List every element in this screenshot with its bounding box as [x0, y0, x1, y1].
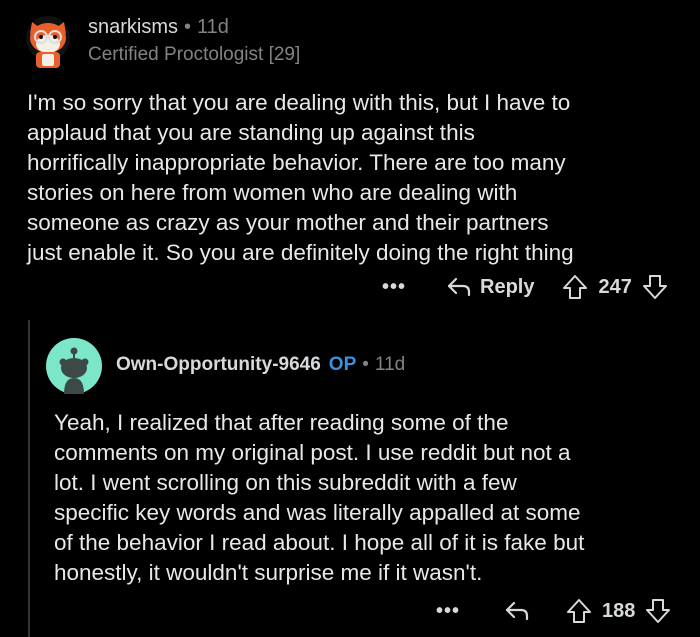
- comment-body: I'm so sorry that you are dealing with t…: [27, 88, 687, 268]
- vote-controls: 188: [566, 598, 671, 624]
- reply-actions: ••• 188: [436, 596, 671, 626]
- username[interactable]: Own-Opportunity-9646: [116, 354, 321, 375]
- vote-controls: 247: [562, 274, 667, 300]
- avatar[interactable]: [46, 338, 102, 394]
- op-badge: OP: [328, 354, 357, 375]
- upvote-icon[interactable]: [562, 274, 588, 300]
- timestamp: 11d: [197, 16, 229, 38]
- reply-arrow-icon: [505, 601, 529, 621]
- reply-body: Yeah, I realized that after reading some…: [54, 408, 690, 588]
- vote-score: 188: [602, 599, 636, 622]
- downvote-icon[interactable]: [642, 274, 668, 300]
- username[interactable]: snarkisms: [88, 16, 178, 38]
- reply-line: lot. I went scrolling on this subreddit …: [54, 470, 517, 495]
- reply-arrow-icon: [447, 277, 471, 297]
- comment-line: stories on here from women who are deali…: [27, 180, 518, 205]
- reply-header: Own-Opportunity-9646 OP • 11d: [116, 354, 405, 376]
- thread-line[interactable]: [28, 320, 30, 637]
- reply-line: of the behavior I read about. I hope all…: [54, 530, 585, 555]
- snoo-avatar-icon: [46, 338, 102, 394]
- more-options-button[interactable]: •••: [436, 600, 460, 623]
- vote-score: 247: [598, 275, 632, 298]
- separator: •: [184, 16, 192, 38]
- timestamp: 11d: [374, 354, 406, 375]
- reply-line: Yeah, I realized that after reading some…: [54, 410, 509, 435]
- avatar[interactable]: [22, 14, 74, 70]
- downvote-icon[interactable]: [645, 598, 671, 624]
- red-panda-avatar-icon: [26, 16, 70, 68]
- comment-actions: ••• Reply 247: [382, 272, 668, 302]
- comment-header: snarkisms • 11d: [88, 16, 229, 39]
- reply-line: honestly, it wouldn't surprise me if it …: [54, 560, 483, 585]
- comment-line: applaud that you are standing up against…: [27, 120, 475, 145]
- upvote-icon[interactable]: [566, 598, 592, 624]
- comment-line: horrifically inappropriate behavior. The…: [27, 150, 566, 175]
- more-options-button[interactable]: •••: [382, 276, 406, 299]
- reply-line: comments on my original post. I use redd…: [54, 440, 571, 465]
- comment-line: someone as crazy as your mother and thei…: [27, 210, 549, 235]
- reply-line: specific key words and was literally app…: [54, 500, 581, 525]
- reply-label: Reply: [480, 275, 535, 298]
- separator: •: [362, 354, 369, 375]
- user-flair: Certified Proctologist [29]: [88, 44, 301, 65]
- reply-button[interactable]: [504, 600, 538, 622]
- comment-line: just enable it. So you are definitely do…: [27, 240, 574, 265]
- reply-button[interactable]: Reply: [446, 276, 534, 299]
- comment-line: I'm so sorry that you are dealing with t…: [27, 90, 571, 115]
